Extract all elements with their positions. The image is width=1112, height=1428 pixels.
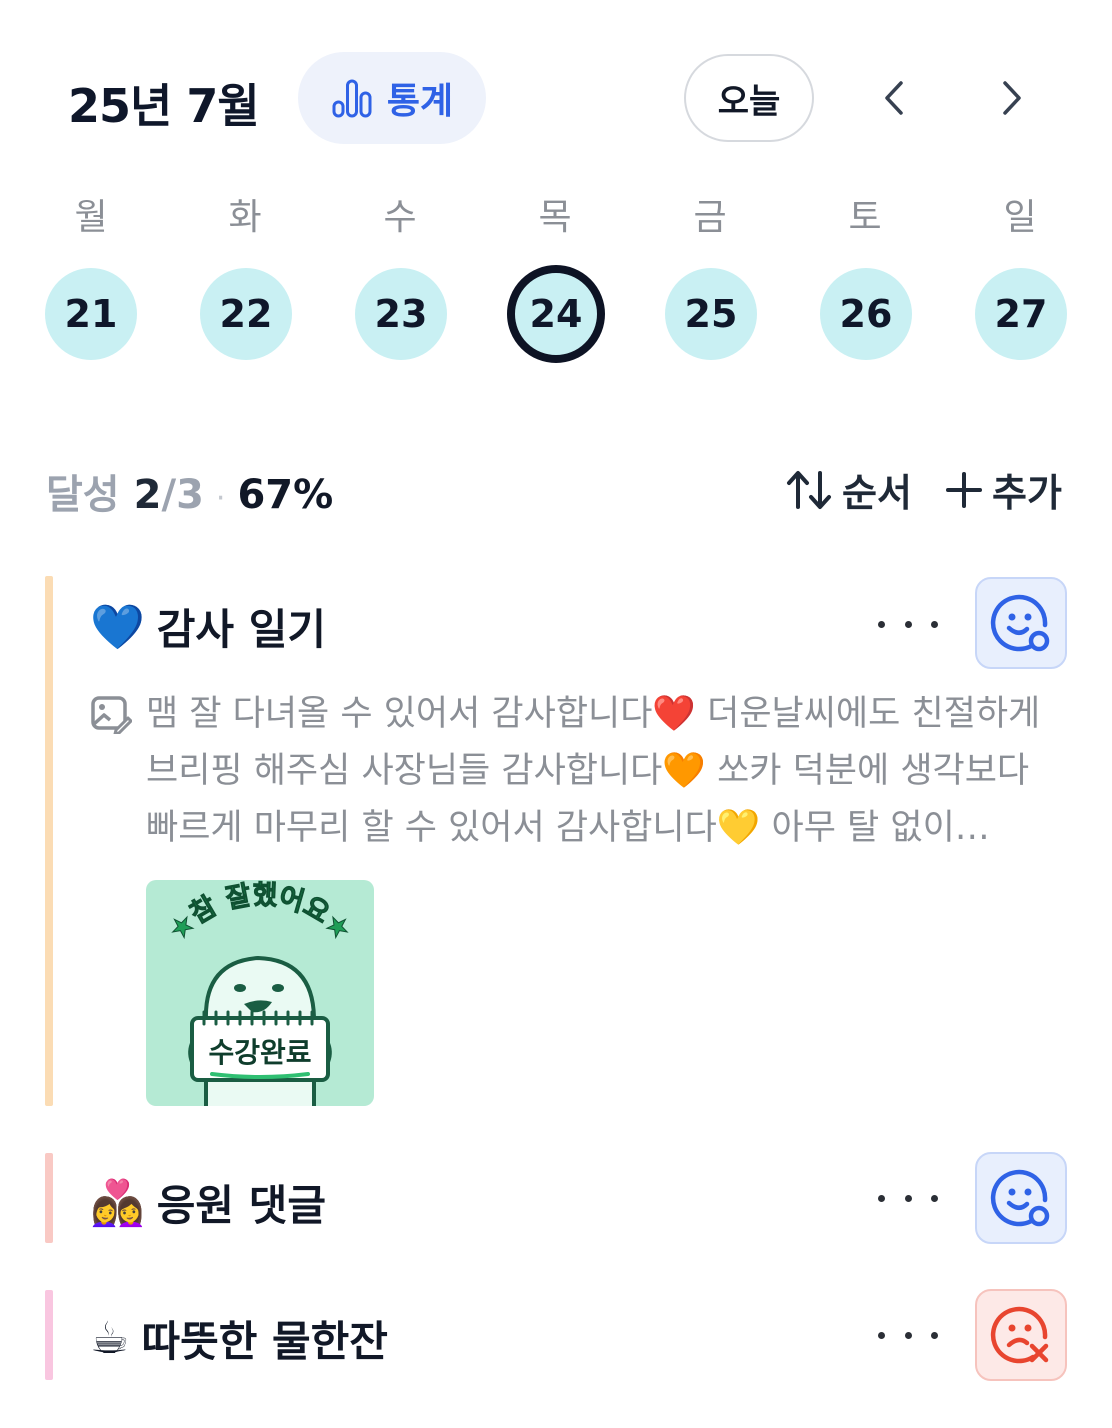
weekday-mon: 월 [74,197,108,238]
dot-icon [904,1331,912,1339]
achievement-total: /3 [161,472,204,518]
prev-week-button[interactable] [864,66,924,130]
chevron-left-icon [885,81,903,115]
weekday-thu: 목 [538,197,572,238]
achievement-percent: 67% [237,472,334,518]
dot-icon [878,620,885,628]
day-25[interactable]: 25 [665,268,757,360]
stats-button[interactable]: 통계 [298,52,486,144]
weekday-sat: 토 [848,197,882,238]
day-26[interactable]: 26 [820,268,912,360]
mood-status-button[interactable] [975,1152,1067,1244]
habit-color-bar [45,1290,53,1380]
add-button[interactable]: 추가 [944,462,1062,517]
dot-icon [931,1331,938,1339]
habit-color-bar [45,1153,53,1243]
habit-more-button[interactable] [878,1188,938,1208]
dot-icon [878,1331,885,1339]
habit-title-row[interactable]: 👩‍❤️‍👩 응원 댓글 [90,1172,326,1233]
dot-icon [904,620,912,628]
smile-check-icon [990,594,1050,652]
weekday-fri: 금 [693,197,727,238]
svg-text:★참 잘했어요★: ★참 잘했어요★ [163,880,357,946]
sort-arrows-icon [787,470,831,509]
mood-status-button[interactable] [975,577,1067,669]
dot-icon [931,620,938,628]
couple-heart-icon: 👩‍❤️‍👩 [90,1177,145,1229]
habit-title: 따뜻한 물한잔 [141,1317,388,1366]
achievement-summary: 달성 2 /3 · 67% [46,462,333,520]
dot-icon [931,1194,938,1202]
weekday-tue: 화 [228,197,262,238]
sticker-image[interactable]: ★참 잘했어요★ 수강완료 [146,880,374,1106]
bar-chart-icon [332,79,372,118]
stats-label: 통계 [386,81,454,122]
plus-icon [946,471,982,508]
habit-color-bar [45,576,53,1106]
habit-more-button[interactable] [878,614,938,634]
sort-button[interactable]: 순서 [786,462,912,517]
chevron-right-icon [1003,81,1021,115]
blue-heart-icon: 💙 [90,601,145,653]
next-week-button[interactable] [982,66,1042,130]
weekday-sun: 일 [1003,197,1037,238]
image-note-icon [91,696,132,734]
sticker-sign-text: 수강완료 [208,1036,311,1069]
dot-icon [878,1194,885,1202]
day-27[interactable]: 27 [975,268,1067,360]
achievement-label: 달성 [46,472,120,518]
day-21[interactable]: 21 [45,268,137,360]
habit-title-row[interactable]: 💙 감사 일기 [90,596,326,657]
habit-more-button[interactable] [878,1325,938,1345]
add-label: 추가 [992,471,1062,515]
hot-beverage-icon: ☕ [90,1313,130,1364]
summary-separator: · [215,481,226,516]
dot-icon [904,1194,912,1202]
habit-title: 감사 일기 [156,605,326,654]
month-title[interactable]: 25년 7월 [68,70,260,136]
achievement-done: 2 [133,472,162,518]
mood-status-button[interactable] [975,1289,1067,1381]
habit-title-row[interactable]: ☕ 따뜻한 물한잔 [90,1308,388,1369]
sort-label: 순서 [842,471,912,515]
smile-check-icon [990,1169,1050,1227]
day-22[interactable]: 22 [200,268,292,360]
day-24-selected[interactable]: 24 [507,265,605,363]
habit-title: 응원 댓글 [156,1181,326,1230]
habit-note-text[interactable]: 맴 잘 다녀올 수 있어서 감사합니다❤️ 더운날씨에도 친절하게 브리핑 해주… [146,686,1046,857]
sticker-arc-text: ★참 잘했어요★ [162,880,357,947]
today-button[interactable]: 오늘 [684,54,814,142]
weekday-wed: 수 [383,197,417,238]
day-23[interactable]: 23 [355,268,447,360]
sad-x-icon [990,1306,1049,1364]
